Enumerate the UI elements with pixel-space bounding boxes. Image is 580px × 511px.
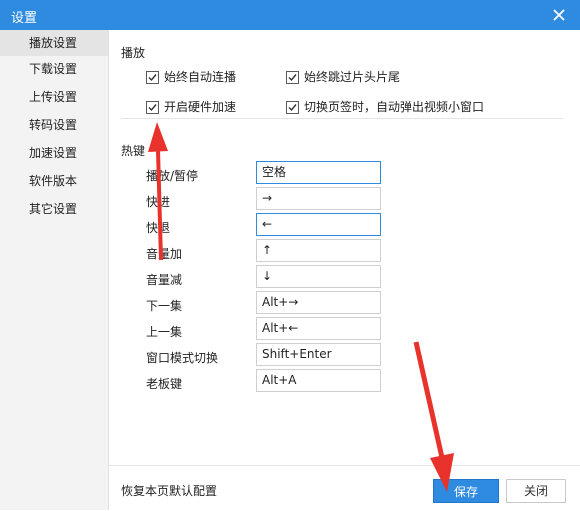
sidebar-item-accelerate[interactable]: 加速设置 bbox=[0, 140, 108, 166]
hotkey-label-play-pause: 播放/暂停 bbox=[146, 169, 199, 183]
title-bar: 设置 bbox=[0, 0, 580, 30]
section-title-hotkeys: 热键 bbox=[121, 144, 146, 158]
hotkey-input-volume-up[interactable]: ↑ bbox=[256, 239, 381, 262]
hotkey-input-boss-key[interactable]: Alt+A bbox=[256, 369, 381, 392]
hotkey-input-window-mode[interactable]: Shift+Enter bbox=[256, 343, 381, 366]
hotkey-input-volume-down[interactable]: ↓ bbox=[256, 265, 381, 288]
divider bbox=[121, 118, 563, 119]
hotkey-label-prev: 上一集 bbox=[146, 325, 183, 339]
close-button[interactable]: 关闭 bbox=[506, 479, 566, 503]
settings-panel: 播放 始终自动连播 始终跳过片头片尾 开启硬件加速 切换页签时，自动弹出视频小窗… bbox=[109, 30, 580, 510]
option-label: 切换页签时，自动弹出视频小窗口 bbox=[304, 100, 485, 114]
option-label: 始终跳过片头片尾 bbox=[304, 70, 401, 84]
sidebar-item-version[interactable]: 软件版本 bbox=[0, 168, 108, 194]
save-button[interactable]: 保存 bbox=[433, 479, 499, 503]
option-label: 始终自动连播 bbox=[164, 70, 237, 84]
checkbox[interactable] bbox=[286, 71, 299, 84]
window-title: 设置 bbox=[11, 11, 38, 26]
hotkey-input-forward[interactable]: → bbox=[256, 187, 381, 210]
checkbox[interactable] bbox=[146, 71, 159, 84]
hotkey-label-window-mode: 窗口模式切换 bbox=[146, 351, 219, 365]
option-label: 开启硬件加速 bbox=[164, 100, 237, 114]
sidebar-item-playback[interactable]: 播放设置 bbox=[0, 30, 108, 56]
hotkey-label-volume-up: 音量加 bbox=[146, 247, 183, 261]
restore-defaults-link[interactable]: 恢复本页默认配置 bbox=[121, 482, 217, 499]
sidebar-item-transcode[interactable]: 转码设置 bbox=[0, 112, 108, 138]
sidebar-item-other[interactable]: 其它设置 bbox=[0, 196, 108, 222]
hotkey-label-volume-down: 音量减 bbox=[146, 273, 183, 287]
hotkey-input-play-pause[interactable]: 空格 bbox=[256, 161, 381, 184]
hotkey-label-rewind: 快退 bbox=[146, 221, 171, 235]
hotkey-label-forward: 快进 bbox=[146, 195, 171, 209]
sidebar-item-upload[interactable]: 上传设置 bbox=[0, 84, 108, 110]
section-title-playback: 播放 bbox=[121, 46, 146, 60]
hotkey-input-prev[interactable]: Alt+← bbox=[256, 317, 381, 340]
hotkey-label-boss-key: 老板键 bbox=[146, 377, 183, 391]
footer-bar: 恢复本页默认配置 保存 关闭 bbox=[109, 465, 580, 511]
sidebar: 播放设置 下载设置 上传设置 转码设置 加速设置 软件版本 其它设置 bbox=[0, 30, 109, 510]
hotkey-input-next[interactable]: Alt+→ bbox=[256, 291, 381, 314]
sidebar-item-download[interactable]: 下载设置 bbox=[0, 56, 108, 82]
checkbox[interactable] bbox=[146, 101, 159, 114]
checkbox[interactable] bbox=[286, 101, 299, 114]
hotkey-label-next: 下一集 bbox=[146, 299, 183, 313]
hotkey-input-rewind[interactable]: ← bbox=[256, 213, 381, 236]
close-icon[interactable] bbox=[550, 6, 568, 24]
